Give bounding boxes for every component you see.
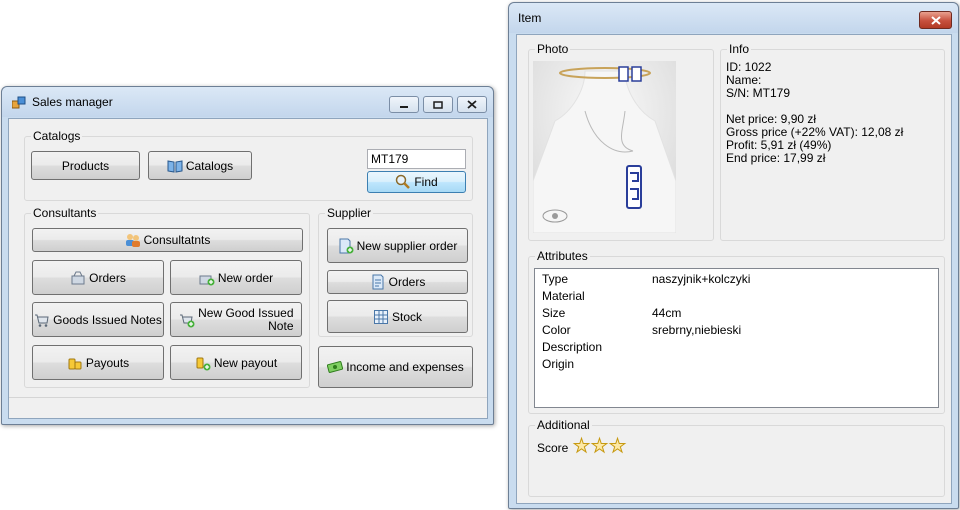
find-button-label: Find <box>414 175 438 189</box>
supplier-group-title: Supplier <box>325 206 374 220</box>
products-button[interactable]: Products <box>31 151 140 180</box>
attribute-name: Description <box>542 340 603 354</box>
photo-group: Photo <box>528 42 714 241</box>
attribute-row[interactable]: Color srebrny,niebieski <box>542 324 932 341</box>
attribute-value: srebrny,niebieski <box>652 323 742 337</box>
attributes-group-title: Attributes <box>535 249 590 263</box>
new-supplier-order-button-label: New supplier order <box>356 238 458 253</box>
additional-group: Additional Score ★ ★ ★ <box>528 418 945 497</box>
supplier-orders-button-label: Orders <box>388 275 426 289</box>
attribute-row[interactable]: Material <box>542 290 932 307</box>
payouts-button[interactable]: Payouts <box>32 345 164 380</box>
attribute-row[interactable]: Size 44cm <box>542 307 932 324</box>
item-window: Item Photo Info ID: 1022 Name: S/N: MT17… <box>508 2 959 509</box>
consultants-button[interactable]: Consultatnts <box>32 228 303 252</box>
attribute-value: naszyjnik+kolczyki <box>652 272 751 286</box>
attribute-name: Size <box>542 306 566 320</box>
attribute-name: Material <box>542 289 585 303</box>
money-icon <box>327 361 344 373</box>
cart-add-icon <box>179 314 194 327</box>
supplier-orders-button[interactable]: Orders <box>327 270 468 294</box>
new-order-button-label: New order <box>217 270 274 285</box>
orders-button[interactable]: Orders <box>32 260 164 295</box>
products-button-label: Products <box>61 158 110 173</box>
goods-issued-notes-button-label: Goods Issued Notes <box>53 312 162 327</box>
attribute-value: 44cm <box>652 306 682 320</box>
orders-button-label: Orders <box>89 270 126 285</box>
attribute-row[interactable]: Type naszyjnik+kolczyki <box>542 273 932 290</box>
grid-icon <box>373 309 388 324</box>
coins-add-icon <box>196 357 211 370</box>
product-photo <box>533 61 676 233</box>
attribute-name: Color <box>542 323 571 337</box>
new-good-issued-note-button-label: New Good Issued Note <box>198 305 294 333</box>
close-icon <box>467 100 477 109</box>
item-client: Photo Info ID: 1022 Name: S/N: MT179 Net… <box>516 34 952 504</box>
income-expenses-button-label: Income and expenses <box>346 360 464 374</box>
document-icon <box>372 274 384 290</box>
find-button[interactable]: Find <box>367 171 466 193</box>
attribute-row[interactable]: Origin <box>542 358 932 375</box>
cart-icon <box>35 314 49 327</box>
maximize-icon <box>433 100 443 109</box>
star-icon[interactable]: ★ <box>590 437 608 457</box>
orders-icon <box>71 271 85 284</box>
consultants-button-label: Consultatnts <box>143 233 211 247</box>
attributes-list[interactable]: Type naszyjnik+kolczyki Material Size 44… <box>534 268 939 408</box>
consultants-group: Consultants Consultatnts Orders New orde… <box>24 206 310 388</box>
app-icon <box>12 96 26 109</box>
catalogs-group-title: Catalogs <box>31 129 83 143</box>
attribute-name: Type <box>542 272 569 286</box>
info-group-title: Info <box>727 42 752 56</box>
additional-group-title: Additional <box>535 418 592 432</box>
info-group: Info ID: 1022 Name: S/N: MT179 Net price… <box>720 42 945 241</box>
info-end-price: End price: 17,99 zł <box>726 151 826 165</box>
search-icon <box>396 174 411 189</box>
status-bar <box>9 397 487 418</box>
consultants-group-title: Consultants <box>31 206 99 220</box>
close-button[interactable] <box>457 96 487 113</box>
stock-button[interactable]: Stock <box>327 300 468 333</box>
minimize-icon <box>400 105 408 108</box>
payouts-button-label: Payouts <box>85 355 130 370</box>
new-good-issued-note-button[interactable]: New Good Issued Note <box>170 302 302 337</box>
minimize-button[interactable] <box>389 96 419 113</box>
star-icon[interactable]: ★ <box>572 437 590 457</box>
sales-manager-client: Catalogs Products Catalogs MT179 Find Co… <box>8 118 488 419</box>
search-input[interactable]: MT179 <box>367 149 466 169</box>
document-add-icon <box>339 238 354 253</box>
info-serial-number: S/N: MT179 <box>726 86 791 100</box>
coins-icon <box>68 358 82 369</box>
photo-group-title: Photo <box>535 42 571 56</box>
catalogs-button-label: Catalogs <box>185 158 234 173</box>
star-icon[interactable]: ★ <box>608 437 626 457</box>
item-close-button[interactable] <box>919 11 952 29</box>
sales-manager-titlebar[interactable]: Sales manager <box>2 87 493 117</box>
new-supplier-order-button[interactable]: New supplier order <box>327 228 468 263</box>
users-icon <box>125 234 140 247</box>
sales-manager-title: Sales manager <box>32 95 113 109</box>
maximize-button[interactable] <box>423 96 453 113</box>
catalogs-group: Catalogs Products Catalogs MT179 Find <box>24 129 473 201</box>
catalogs-button[interactable]: Catalogs <box>148 151 252 180</box>
attribute-name: Origin <box>542 357 575 371</box>
stock-button-label: Stock <box>391 309 422 324</box>
book-icon <box>167 159 183 173</box>
sales-manager-window: Sales manager Catalogs Products Catalogs <box>1 86 494 425</box>
item-titlebar[interactable]: Item <box>509 3 958 33</box>
new-order-button[interactable]: New order <box>170 260 302 295</box>
item-window-title: Item <box>518 11 542 25</box>
attributes-group: Attributes Type naszyjnik+kolczyki Mater… <box>528 249 945 414</box>
new-payout-button[interactable]: New payout <box>170 345 302 380</box>
attribute-row[interactable]: Description <box>542 341 932 358</box>
income-expenses-button[interactable]: Income and expenses <box>318 346 473 388</box>
close-icon <box>930 15 941 25</box>
score-label: Score <box>537 441 569 455</box>
new-payout-button-label: New payout <box>213 355 278 370</box>
new-order-icon <box>199 275 215 285</box>
goods-issued-notes-button[interactable]: Goods Issued Notes <box>32 302 164 337</box>
supplier-group: Supplier New supplier order Orders Stock <box>318 206 473 337</box>
